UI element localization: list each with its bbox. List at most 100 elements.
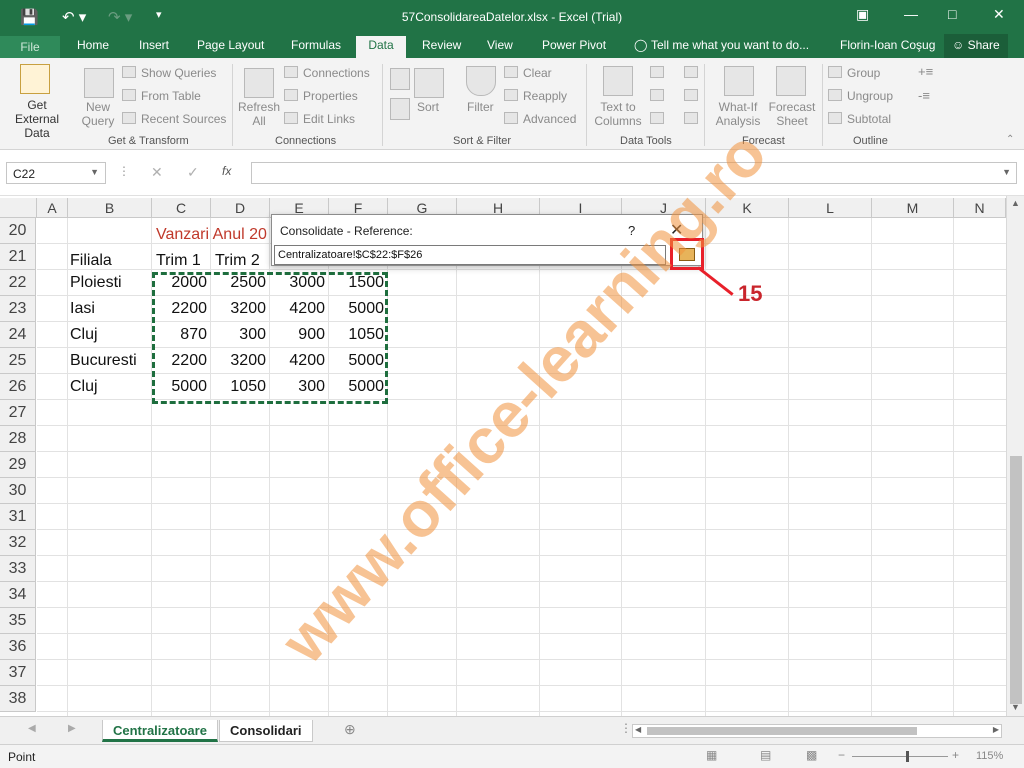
column-header[interactable]: N bbox=[954, 198, 1006, 218]
filter-button[interactable]: Filter bbox=[467, 100, 494, 114]
row-header[interactable]: 28 bbox=[0, 426, 36, 452]
edit-links-button[interactable]: Edit Links bbox=[303, 112, 355, 126]
expand-formula-icon[interactable]: ▼ bbox=[1002, 167, 1011, 177]
row-header[interactable]: 27 bbox=[0, 400, 36, 426]
subtotal-button[interactable]: Subtotal bbox=[847, 112, 891, 126]
normal-view-icon[interactable]: ▦ bbox=[706, 748, 717, 762]
reapply-button[interactable]: Reapply bbox=[523, 89, 567, 103]
zoom-slider[interactable] bbox=[852, 756, 948, 757]
reference-input[interactable]: Centralizatoare!$C$22:$F$26 bbox=[274, 245, 666, 265]
consolidate-icon[interactable] bbox=[684, 66, 698, 78]
tab-page-layout[interactable]: Page Layout bbox=[197, 38, 264, 58]
ribbon-display-icon[interactable]: ▣ bbox=[856, 6, 869, 23]
row-header[interactable]: 38 bbox=[0, 686, 36, 712]
row-header[interactable]: 35 bbox=[0, 608, 36, 634]
scroll-down-icon[interactable]: ▼ bbox=[1011, 702, 1020, 712]
group-button[interactable]: Group bbox=[847, 66, 880, 80]
close-window-icon[interactable]: ✕ bbox=[993, 6, 1005, 23]
enter-icon[interactable]: ✓ bbox=[187, 164, 199, 181]
column-header[interactable]: D bbox=[211, 198, 270, 218]
vertical-scrollbar[interactable]: ▲ ▼ bbox=[1006, 196, 1024, 716]
zoom-out-icon[interactable]: − bbox=[838, 748, 845, 762]
scroll-up-icon[interactable]: ▲ bbox=[1011, 198, 1020, 208]
get-external-data-button[interactable]: Get External Data bbox=[4, 98, 70, 140]
ungroup-button[interactable]: Ungroup bbox=[847, 89, 893, 103]
properties-button[interactable]: Properties bbox=[303, 89, 358, 103]
tell-me-box[interactable]: Tell me what you want to do... bbox=[651, 38, 809, 58]
next-sheet-icon[interactable]: ▶ bbox=[68, 723, 76, 734]
expand-dialog-icon[interactable] bbox=[679, 248, 695, 261]
flash-fill-icon[interactable] bbox=[650, 66, 664, 78]
recent-sources-button[interactable]: Recent Sources bbox=[141, 112, 226, 126]
fx-icon[interactable]: fx bbox=[222, 164, 231, 178]
row-header[interactable]: 26 bbox=[0, 374, 36, 400]
row-header[interactable]: 20 bbox=[0, 218, 36, 244]
column-header[interactable]: B bbox=[68, 198, 152, 218]
new-sheet-icon[interactable]: ⊕ bbox=[344, 721, 356, 738]
row-header[interactable]: 31 bbox=[0, 504, 36, 530]
tab-view[interactable]: View bbox=[487, 38, 513, 58]
collapse-ribbon-icon[interactable]: ⌃ bbox=[1006, 134, 1014, 145]
row-header[interactable]: 21 bbox=[0, 244, 36, 270]
sort-button[interactable]: Sort bbox=[417, 100, 439, 114]
page-break-view-icon[interactable]: ▩ bbox=[806, 748, 817, 762]
row-header[interactable]: 36 bbox=[0, 634, 36, 660]
row-header[interactable]: 32 bbox=[0, 530, 36, 556]
row-header[interactable]: 24 bbox=[0, 322, 36, 348]
row-header[interactable]: 29 bbox=[0, 452, 36, 478]
filiala-cell[interactable]: Cluj bbox=[70, 374, 98, 400]
scroll-left-icon[interactable]: ◀ bbox=[635, 725, 641, 734]
row-header[interactable]: 33 bbox=[0, 556, 36, 582]
prev-sheet-icon[interactable]: ◀ bbox=[28, 723, 36, 734]
relationships-icon[interactable] bbox=[684, 89, 698, 101]
row-header[interactable]: 37 bbox=[0, 660, 36, 686]
tab-home[interactable]: Home bbox=[77, 38, 109, 58]
what-if-analysis-button[interactable]: What-If Analysis bbox=[710, 100, 766, 128]
refresh-all-button[interactable]: Refresh All bbox=[236, 100, 282, 128]
column-header[interactable]: A bbox=[37, 198, 68, 218]
name-box[interactable]: C22 ▼ bbox=[6, 162, 106, 184]
connections-button[interactable]: Connections bbox=[303, 66, 370, 80]
row-header[interactable]: 22 bbox=[0, 270, 36, 296]
text-to-columns-button[interactable]: Text to Columns bbox=[592, 100, 644, 128]
sheet-tab-consolidari[interactable]: Consolidari bbox=[219, 720, 313, 742]
show-queries-button[interactable]: Show Queries bbox=[141, 66, 216, 80]
tab-review[interactable]: Review bbox=[422, 38, 461, 58]
user-name[interactable]: Florin-Ioan Coşug bbox=[840, 38, 935, 58]
zoom-level[interactable]: 115% bbox=[976, 750, 1003, 762]
horizontal-scroll-thumb[interactable] bbox=[647, 727, 917, 735]
page-layout-view-icon[interactable]: ▤ bbox=[760, 748, 771, 762]
from-table-button[interactable]: From Table bbox=[141, 89, 201, 103]
hide-detail-icon[interactable]: -≡ bbox=[918, 88, 930, 103]
select-all-corner[interactable] bbox=[0, 198, 37, 218]
advanced-button[interactable]: Advanced bbox=[523, 112, 576, 126]
row-header[interactable]: 25 bbox=[0, 348, 36, 374]
zoom-in-icon[interactable]: + bbox=[952, 748, 959, 762]
manage-data-model-icon[interactable] bbox=[684, 112, 698, 124]
maximize-icon[interactable]: □ bbox=[948, 6, 956, 22]
sort-za-icon[interactable] bbox=[390, 98, 410, 120]
sheet-title[interactable]: Vanzari Anul 20 bbox=[156, 222, 267, 248]
data-validation-icon[interactable] bbox=[650, 112, 664, 124]
tab-data[interactable]: Data bbox=[356, 36, 406, 58]
column-header[interactable]: L bbox=[789, 198, 872, 218]
tab-split-icon[interactable]: ⋮ bbox=[620, 721, 632, 735]
zoom-slider-thumb[interactable] bbox=[906, 751, 909, 762]
column-header[interactable]: M bbox=[872, 198, 954, 218]
tab-formulas[interactable]: Formulas bbox=[291, 38, 341, 58]
sort-az-icon[interactable] bbox=[390, 68, 410, 90]
scroll-right-icon[interactable]: ▶ bbox=[993, 725, 999, 734]
row-header[interactable]: 23 bbox=[0, 296, 36, 322]
cancel-icon[interactable]: ✕ bbox=[151, 164, 163, 181]
remove-duplicates-icon[interactable] bbox=[650, 89, 664, 101]
show-detail-icon[interactable]: +≡ bbox=[918, 64, 933, 79]
share-button[interactable]: ☺ Share bbox=[944, 34, 1008, 58]
column-header[interactable]: C bbox=[152, 198, 211, 218]
column-header[interactable]: K bbox=[706, 198, 789, 218]
forecast-sheet-button[interactable]: Forecast Sheet bbox=[766, 100, 818, 128]
tab-insert[interactable]: Insert bbox=[139, 38, 169, 58]
dialog-close-icon[interactable]: ✕ bbox=[670, 220, 683, 240]
clear-button[interactable]: Clear bbox=[523, 66, 552, 80]
tab-file[interactable]: File bbox=[0, 36, 60, 58]
tab-power-pivot[interactable]: Power Pivot bbox=[542, 38, 606, 58]
